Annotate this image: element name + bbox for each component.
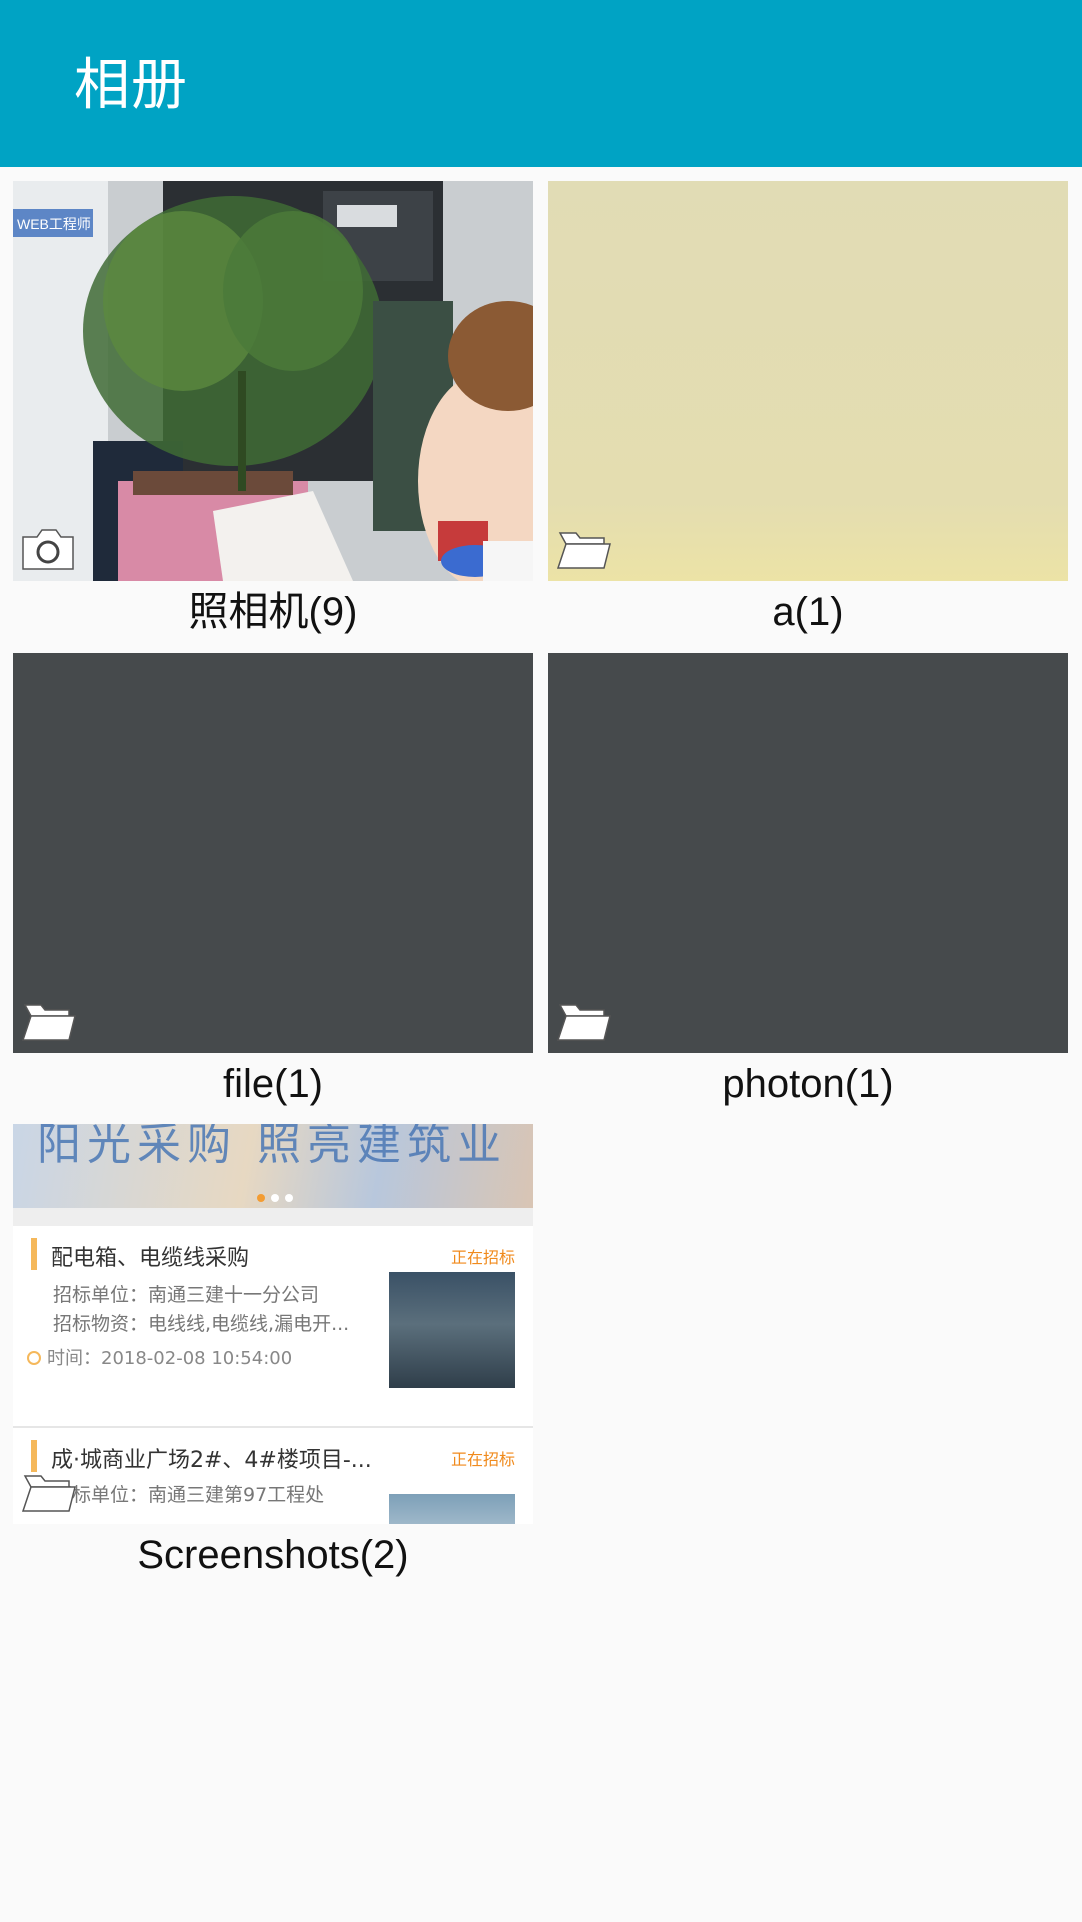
- list-item: 成·城商业广场2#、4#楼项目-... 正在招标 招标单位：南通三建第97工程处: [13, 1428, 533, 1524]
- carousel-dot: [257, 1194, 265, 1202]
- folder-icon: [556, 532, 611, 569]
- camera-icon: [22, 529, 74, 570]
- album-thumbnail[interactable]: [548, 653, 1068, 1053]
- album-photon[interactable]: photon(1): [548, 653, 1068, 1115]
- album-a[interactable]: a(1): [548, 181, 1068, 643]
- item-title: 配电箱、电缆线采购: [51, 1246, 250, 1271]
- folder-icon: [21, 1004, 76, 1041]
- album-thumbnail[interactable]: [548, 181, 1068, 581]
- item-line: 招标物资：电线线,电缆线,漏电开...: [53, 1313, 350, 1335]
- item-image: [389, 1494, 515, 1524]
- screenshot-banner: 阳光采购 照亮建筑业: [13, 1124, 533, 1208]
- accent-bar: [31, 1238, 37, 1270]
- item-image: [389, 1272, 515, 1388]
- album-thumbnail[interactable]: 阳光采购 照亮建筑业 配电箱、电缆线采购 正在招标 招标单位：南通三建十一分公司…: [13, 1124, 533, 1524]
- album-name: photon(1): [722, 1062, 894, 1106]
- album-name: a(1): [772, 590, 844, 634]
- item-line: 招标单位：南通三建十一分公司: [53, 1284, 320, 1306]
- camera-photo-preview: WEB工程师: [13, 181, 533, 581]
- status-badge: 正在招标: [450, 1450, 515, 1469]
- item-title: 成·城商业广场2#、4#楼项目-...: [51, 1448, 372, 1473]
- divider: [13, 1208, 533, 1226]
- item-time: 时间：2018-02-08 10:54:00: [27, 1344, 292, 1370]
- clock-icon: [27, 1351, 41, 1365]
- album-file[interactable]: file(1): [13, 653, 533, 1115]
- item-line: 招标单位：南通三建第97工程处: [53, 1484, 325, 1506]
- folder-icon: [556, 1004, 611, 1041]
- folder-icon: [21, 1475, 76, 1512]
- album-name: 照相机(9): [188, 590, 358, 634]
- carousel-dot: [271, 1194, 279, 1202]
- album-screenshots[interactable]: 阳光采购 照亮建筑业 配电箱、电缆线采购 正在招标 招标单位：南通三建十一分公司…: [13, 1124, 533, 1586]
- item-time-text: 时间：2018-02-08 10:54:00: [47, 1348, 293, 1369]
- page-title: 相册: [74, 53, 188, 118]
- album-thumbnail[interactable]: WEB工程师: [13, 181, 533, 581]
- album-name: Screenshots(2): [137, 1533, 409, 1577]
- status-badge: 正在招标: [450, 1248, 515, 1267]
- banner-text: 阳光采购 照亮建筑业: [37, 1124, 507, 1170]
- carousel-dot: [285, 1194, 293, 1202]
- svg-text:WEB工程师: WEB工程师: [17, 216, 91, 232]
- app-bar: 相册: [0, 0, 1082, 167]
- list-item: 配电箱、电缆线采购 正在招标 招标单位：南通三建十一分公司 招标物资：电线线,电…: [13, 1226, 533, 1388]
- album-thumbnail[interactable]: [13, 653, 533, 1053]
- album-camera[interactable]: WEB工程师 照相机(9): [13, 181, 533, 643]
- album-name: file(1): [222, 1062, 324, 1106]
